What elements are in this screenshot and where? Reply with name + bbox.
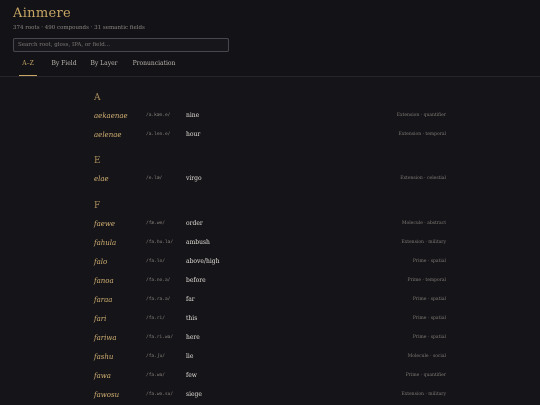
ipa-transcription: /fa.ʃu/ xyxy=(146,354,165,359)
ipa-transcription: /fa.ri/ xyxy=(146,316,165,321)
gloss: hour xyxy=(186,131,201,138)
list-item[interactable]: fahula /fa.hu.la/ ambush Extension · mil… xyxy=(94,239,446,251)
semantic-field: Prime · spatial xyxy=(412,335,446,340)
list-item[interactable]: fawosu /fa.wo.su/ siege Extension · mili… xyxy=(94,391,446,403)
list-item[interactable]: faraa /fa.ra.a/ far Prime · spatial xyxy=(94,296,446,308)
letter-heading-f: F xyxy=(94,201,101,211)
gloss: above/high xyxy=(186,258,220,265)
root-word: fahula xyxy=(94,239,117,247)
semantic-field: Prime · spatial xyxy=(412,297,446,302)
semantic-field: Prime · quantifier xyxy=(405,373,446,378)
tab-pronunciation[interactable]: Pronunciation xyxy=(131,58,177,75)
gloss: nine xyxy=(186,112,200,119)
ipa-transcription: /fa.ra.a/ xyxy=(146,297,171,302)
gloss: here xyxy=(186,334,200,341)
root-word: faewe xyxy=(94,220,116,228)
word-list: A aekaenae /a.kæn.e/ nine Extension · qu… xyxy=(0,77,540,405)
app-title: Ainmere xyxy=(13,6,71,21)
ipa-transcription: /fæ.we/ xyxy=(146,221,165,226)
list-item[interactable]: fashu /fa.ʃu/ lie Molecule · social xyxy=(94,353,446,365)
semantic-field: Prime · spatial xyxy=(412,316,446,321)
tab-a-z[interactable]: A–Z xyxy=(19,58,37,76)
ipa-transcription: /fa.hu.la/ xyxy=(146,240,174,245)
gloss: order xyxy=(186,220,203,227)
list-item[interactable]: aekaenae /a.kæn.e/ nine Extension · quan… xyxy=(94,112,446,124)
ipa-transcription: /fa.no.a/ xyxy=(146,278,171,283)
list-item[interactable]: fari /fa.ri/ this Prime · spatial xyxy=(94,315,446,327)
semantic-field: Extension · military xyxy=(401,392,446,397)
search-input[interactable] xyxy=(13,38,229,52)
tab-by-layer[interactable]: By Layer xyxy=(90,58,118,75)
gloss: far xyxy=(186,296,195,303)
root-word: fawa xyxy=(94,372,111,380)
root-word: aekaenae xyxy=(94,112,128,120)
gloss: siege xyxy=(186,391,202,398)
root-word: elae xyxy=(94,175,109,183)
root-word: fashu xyxy=(94,353,114,361)
ipa-transcription: /a.len.e/ xyxy=(146,132,171,137)
semantic-field: Molecule · abstract xyxy=(401,221,446,226)
root-word: falo xyxy=(94,258,108,266)
app-header: Ainmere 374 roots · 490 compounds · 31 s… xyxy=(0,0,540,77)
gloss: ambush xyxy=(186,239,210,246)
semantic-field: Extension · temporal xyxy=(398,132,446,137)
list-item[interactable]: fariwa /fa.ri.wa/ here Prime · spatial xyxy=(94,334,446,346)
list-item[interactable]: fawa /fa.wa/ few Prime · quantifier xyxy=(94,372,446,384)
ipa-transcription: /fa.ri.wa/ xyxy=(146,335,174,340)
root-word: fari xyxy=(94,315,107,323)
gloss: lie xyxy=(186,353,194,360)
list-item[interactable]: falo /fa.lo/ above/high Prime · spatial xyxy=(94,258,446,270)
root-word: fawosu xyxy=(94,391,120,399)
letter-heading-e: E xyxy=(94,156,101,166)
gloss: before xyxy=(186,277,206,284)
ipa-transcription: /fa.wo.su/ xyxy=(146,392,174,397)
gloss: this xyxy=(186,315,198,322)
semantic-field: Prime · temporal xyxy=(407,278,446,283)
root-word: fariwa xyxy=(94,334,117,342)
semantic-field: Extension · celestial xyxy=(400,176,446,181)
tab-by-field[interactable]: By Field xyxy=(50,58,78,75)
gloss: few xyxy=(186,372,197,379)
semantic-field: Prime · spatial xyxy=(412,259,446,264)
gloss: virgo xyxy=(186,175,202,182)
list-item[interactable]: aelenae /a.len.e/ hour Extension · tempo… xyxy=(94,131,446,143)
list-item[interactable]: elae /e.læ/ virgo Extension · celestial xyxy=(94,175,446,187)
list-item[interactable]: faewe /fæ.we/ order Molecule · abstract xyxy=(94,220,446,232)
semantic-field: Extension · military xyxy=(401,240,446,245)
ipa-transcription: /fa.wa/ xyxy=(146,373,165,378)
list-item[interactable]: fanoa /fa.no.a/ before Prime · temporal xyxy=(94,277,446,289)
letter-heading-a: A xyxy=(94,93,101,103)
ipa-transcription: /e.læ/ xyxy=(146,176,163,181)
ipa-transcription: /a.kæn.e/ xyxy=(146,113,171,118)
semantic-field: Extension · quantifier xyxy=(396,113,446,118)
ipa-transcription: /fa.lo/ xyxy=(146,259,165,264)
root-word: fanoa xyxy=(94,277,114,285)
dictionary-stats: 374 roots · 490 compounds · 31 semantic … xyxy=(13,25,145,31)
root-word: faraa xyxy=(94,296,113,304)
root-word: aelenae xyxy=(94,131,122,139)
semantic-field: Molecule · social xyxy=(407,354,446,359)
